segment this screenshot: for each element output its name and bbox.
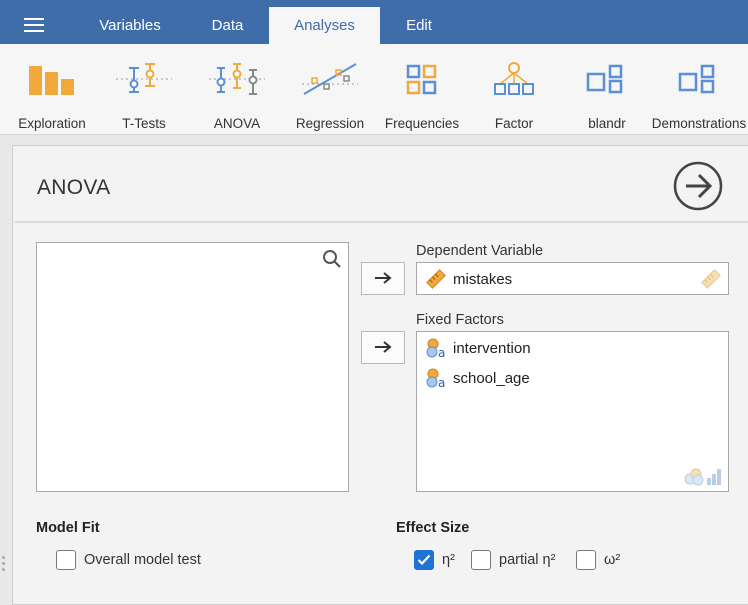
dependent-variable-field[interactable]: mistakes (416, 262, 729, 295)
fixed-factors-list[interactable]: a intervention a school_age (416, 331, 729, 492)
checkbox-box[interactable] (576, 550, 596, 570)
hamburger-menu-icon[interactable] (24, 18, 46, 34)
panel-title: ANOVA (37, 176, 111, 199)
ribbon-regression-button[interactable]: Regression (284, 58, 376, 131)
omega-squared-checkbox[interactable]: ω² (576, 550, 620, 570)
available-variables-list[interactable] (36, 242, 349, 492)
eta-squared-checkbox[interactable]: η² (414, 550, 455, 570)
ribbon-factor-button[interactable]: Factor (468, 58, 560, 131)
t-tests-icon (116, 63, 172, 93)
regression-icon (302, 63, 358, 95)
run-arrow-icon[interactable] (672, 160, 724, 212)
svg-text:a: a (438, 376, 445, 389)
checkbox-box[interactable] (56, 550, 76, 570)
ribbon-demonstrations-button[interactable]: Demonstrations (652, 58, 746, 131)
ribbon-exploration-button[interactable]: Exploration (6, 58, 98, 131)
overall-model-test-checkbox[interactable]: Overall model test (56, 550, 201, 570)
resize-grip-icon[interactable] (2, 556, 6, 574)
partial-eta-squared-label: partial η² (499, 552, 556, 568)
frequencies-icon (406, 64, 437, 95)
factor-type-hint-icon (684, 468, 721, 486)
factor-name: school_age (453, 369, 530, 387)
fixed-factors-label: Fixed Factors (416, 312, 504, 328)
tab-analyses[interactable]: Analyses (269, 7, 380, 44)
omega-squared-label: ω² (604, 552, 621, 568)
dependent-variable-name: mistakes (453, 270, 513, 288)
menu-bar: Variables Data Analyses Edit (0, 0, 748, 44)
ribbon-blandr-button[interactable]: blandr (561, 58, 653, 131)
module-icon (678, 64, 715, 94)
effect-size-heading: Effect Size (396, 520, 470, 536)
factor-icon (494, 62, 534, 95)
tab-edit[interactable]: Edit (380, 7, 458, 44)
analyses-ribbon: Exploration T-Tests ANOVA Regression Fre… (0, 44, 748, 135)
eta-squared-label: η² (442, 552, 455, 568)
analysis-options-panel: ANOVA Dependent Variable mistakes Fixed … (12, 145, 748, 605)
exploration-icon (29, 66, 74, 95)
dependent-variable-label: Dependent Variable (416, 243, 544, 259)
partial-eta-squared-checkbox[interactable]: partial η² (471, 550, 555, 570)
continuous-variable-icon (426, 269, 446, 289)
arrow-right-icon (375, 272, 392, 284)
move-to-dependent-button[interactable] (361, 262, 405, 295)
ribbon-label: Demonstrations (651, 116, 747, 131)
checkbox-box[interactable] (414, 550, 434, 570)
model-fit-heading: Model Fit (36, 520, 100, 536)
nominal-variable-icon: a (426, 338, 445, 359)
module-icon (586, 64, 623, 94)
dependent-variable-item[interactable]: mistakes (425, 268, 512, 290)
overall-model-test-label: Overall model test (84, 552, 201, 568)
checkmark-icon (417, 554, 431, 566)
ribbon-frequencies-button[interactable]: Frequencies (376, 58, 468, 131)
tab-variables[interactable]: Variables (80, 7, 180, 44)
move-to-factors-button[interactable] (361, 331, 405, 364)
search-icon[interactable] (322, 249, 342, 269)
checkbox-box[interactable] (471, 550, 491, 570)
tab-data[interactable]: Data (180, 7, 275, 44)
nominal-variable-icon: a (426, 368, 445, 389)
continuous-type-hint-icon (701, 269, 721, 289)
factor-name: intervention (453, 339, 531, 357)
divider (15, 221, 748, 223)
ribbon-anova-button[interactable]: ANOVA (191, 58, 283, 131)
arrow-right-icon (375, 341, 392, 353)
ribbon-t-tests-button[interactable]: T-Tests (98, 58, 190, 131)
list-item[interactable]: a school_age (425, 367, 530, 389)
svg-text:a: a (438, 346, 445, 359)
anova-icon (209, 63, 265, 95)
list-item[interactable]: a intervention (425, 337, 531, 359)
